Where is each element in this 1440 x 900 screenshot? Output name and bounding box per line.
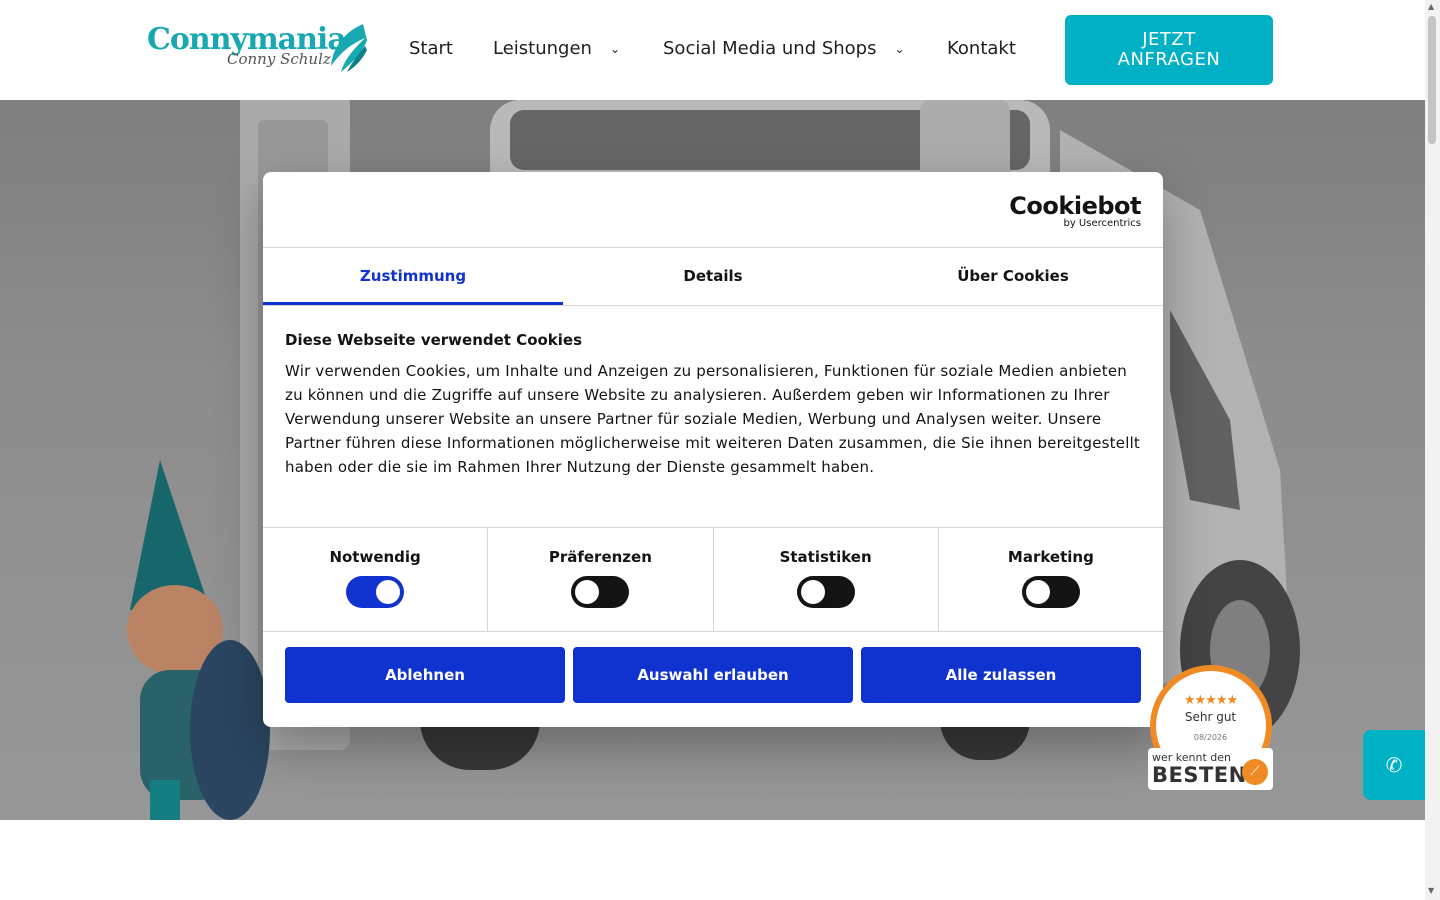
logo-subtitle: Conny Schulz [227, 50, 331, 68]
dialog-body-text: Wir verwenden Cookies, um Inhalte und An… [285, 362, 1141, 476]
dialog-heading: Diese Webseite verwendet Cookies [285, 331, 583, 349]
badge-date: 08/2026 [1193, 733, 1228, 742]
page-scrollbar[interactable]: ▲ ▼ [1425, 0, 1440, 900]
nav-social-label: Social Media und Shops [663, 38, 877, 59]
whatsapp-icon: ✆ [1385, 753, 1403, 777]
star-rating-icon: ★★★★★ [1183, 693, 1238, 708]
cta-line2: ANFRAGEN [1117, 49, 1221, 70]
toggle-knob [800, 580, 825, 604]
toggle-label-praeferenzen: Präferenzen [548, 548, 652, 566]
toggle-notwendig[interactable] [346, 576, 405, 608]
nav-start[interactable]: Start [409, 38, 453, 59]
toggle-marketing[interactable] [1021, 576, 1080, 608]
scroll-thumb[interactable] [1428, 16, 1436, 144]
nav-social-media-und-shops[interactable]: Social Media und Shops ⌄ [663, 38, 905, 59]
dialog-content: Diese Webseite verwendet Cookies Wir ver… [263, 306, 1163, 528]
scroll-down-icon[interactable]: ▼ [1428, 886, 1434, 895]
request-now-button[interactable]: JETZT ANFRAGEN [1065, 15, 1273, 85]
dialog-buttons: Ablehnen Auswahl erlauben Alle zulassen [263, 632, 1163, 718]
tab-details[interactable]: Details [563, 248, 863, 305]
rating-badge[interactable]: ★★★★★ Sehr gut 08/2026 wer kennt den BES… [1148, 665, 1273, 790]
dialog-tabs: Zustimmung Details Über Cookies [263, 248, 1163, 306]
toggle-label-notwendig: Notwendig [329, 548, 421, 566]
badge-rating-text: Sehr gut [1184, 710, 1237, 724]
site-logo[interactable]: Connymania Conny Schulz [145, 20, 367, 76]
toggle-label-statistiken: Statistiken [779, 548, 872, 566]
cta-line1: JETZT [1142, 29, 1196, 50]
tab-ueber-cookies[interactable]: Über Cookies [863, 248, 1163, 305]
toggle-group-notwendig: Notwendig [263, 528, 489, 631]
toggle-group-praeferenzen: Präferenzen [488, 528, 714, 631]
badge-big-text: BESTEN [1152, 763, 1247, 787]
tab-zustimmung[interactable]: Zustimmung [263, 248, 563, 305]
badge-logo-icon: ⟋ [1242, 759, 1268, 785]
cookie-consent-dialog: Cookiebot by Usercentrics Zustimmung Det… [263, 172, 1163, 727]
toggle-group-marketing: Marketing [939, 528, 1163, 631]
nav-start-label: Start [409, 38, 453, 59]
toggle-label-marketing: Marketing [1007, 548, 1094, 566]
nav-leistungen-label: Leistungen [493, 38, 592, 59]
cookiebot-logo[interactable]: Cookiebot by Usercentrics [1009, 194, 1141, 230]
consent-toggles: Notwendig Präferenzen Statistiken Market… [263, 528, 1163, 632]
scroll-up-icon[interactable]: ▲ [1428, 2, 1434, 11]
toggle-praeferenzen[interactable] [571, 576, 630, 608]
nav-leistungen[interactable]: Leistungen ⌄ [493, 38, 620, 59]
nav-kontakt[interactable]: Kontakt [947, 38, 1016, 59]
chevron-down-icon: ⌄ [894, 41, 905, 56]
dialog-header: Cookiebot by Usercentrics [263, 172, 1163, 248]
site-header: Connymania Conny Schulz Start Leistungen… [0, 0, 1425, 100]
wing-icon [331, 24, 367, 72]
nav-kontakt-label: Kontakt [947, 38, 1016, 59]
toggle-group-statistiken: Statistiken [714, 528, 939, 631]
toggle-knob [575, 580, 600, 604]
toggle-knob [1025, 580, 1050, 604]
toggle-knob [376, 580, 401, 604]
chevron-down-icon: ⌄ [609, 41, 621, 56]
allow-selection-button[interactable]: Auswahl erlauben [573, 647, 853, 703]
cookiebot-name: Cookiebot [1009, 192, 1141, 220]
toggle-statistiken[interactable] [796, 576, 855, 608]
whatsapp-chat-button[interactable]: ✆ [1363, 730, 1425, 800]
allow-all-button[interactable]: Alle zulassen [861, 647, 1141, 703]
decline-button[interactable]: Ablehnen [285, 647, 565, 703]
